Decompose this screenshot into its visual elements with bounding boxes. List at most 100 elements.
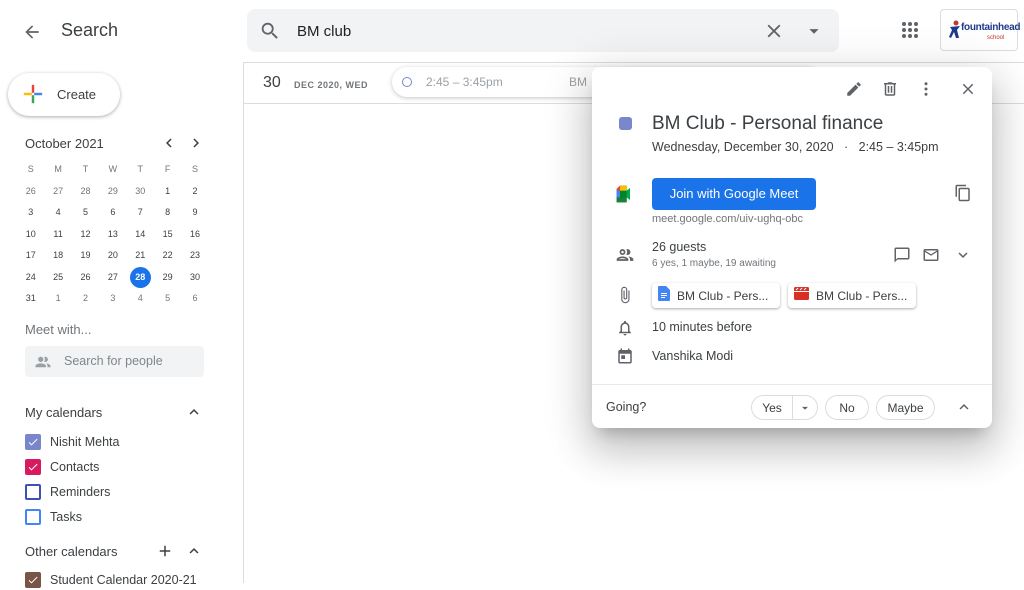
chevron-up-icon[interactable] [952, 395, 976, 419]
calendar-icon [613, 344, 637, 368]
mini-day[interactable]: 23 [181, 245, 208, 267]
rsvp-maybe-button[interactable]: Maybe [876, 395, 935, 420]
mini-day[interactable]: 11 [44, 224, 71, 246]
mini-day[interactable]: 29 [99, 181, 126, 203]
checkbox-checked-icon[interactable] [25, 459, 41, 475]
my-calendars-header[interactable]: My calendars [25, 405, 102, 420]
mini-day[interactable]: 30 [181, 267, 208, 289]
calendar-label: Nishit Mehta [50, 435, 120, 449]
mini-day[interactable]: 20 [99, 245, 126, 267]
chevron-up-icon[interactable] [185, 542, 203, 565]
mini-day[interactable]: 13 [99, 224, 126, 246]
checkbox-checked-icon[interactable] [25, 572, 41, 588]
calendar-color-swatch [619, 117, 632, 130]
attachment-chip-doc[interactable]: BM Club - Pers... [652, 283, 780, 308]
other-calendars-header[interactable]: Other calendars [25, 544, 118, 559]
weekday-label: T [137, 164, 144, 174]
chevron-down-icon[interactable] [951, 243, 975, 267]
attachment-name: BM Club - Pers... [677, 288, 769, 303]
mini-day[interactable]: 16 [181, 224, 208, 246]
close-icon[interactable] [763, 20, 785, 47]
chat-icon[interactable] [890, 243, 914, 267]
weekday-label: W [108, 164, 118, 174]
mini-day[interactable]: 12 [72, 224, 99, 246]
close-icon[interactable] [956, 77, 980, 101]
checkbox-checked-icon[interactable] [25, 434, 41, 450]
day-number[interactable]: 30 [263, 74, 281, 92]
event-date: Wednesday, December 30, 2020 [652, 140, 834, 154]
mini-day[interactable]: 1 [154, 181, 181, 203]
calendar-item-student-calendar[interactable]: Student Calendar 2020-21 [25, 570, 197, 590]
edit-pencil-icon[interactable] [842, 77, 866, 101]
mini-day[interactable]: 22 [154, 245, 181, 267]
mini-day[interactable]: 29 [154, 267, 181, 289]
mini-day[interactable]: 18 [44, 245, 71, 267]
caret-down-icon[interactable] [803, 20, 825, 47]
chevron-right-icon[interactable] [187, 134, 205, 157]
mini-day[interactable]: 27 [99, 267, 126, 289]
mini-day[interactable]: 6 [181, 288, 208, 310]
chevron-left-icon[interactable] [160, 134, 178, 157]
mini-day[interactable]: 17 [17, 245, 44, 267]
calendar-item-nishit-mehta[interactable]: Nishit Mehta [25, 432, 119, 452]
mini-day[interactable]: 15 [154, 224, 181, 246]
create-button[interactable]: Create [8, 73, 120, 116]
chevron-up-icon[interactable] [185, 403, 203, 426]
mini-day[interactable]: 25 [44, 267, 71, 289]
mini-calendar-title: October 2021 [25, 136, 104, 151]
mini-day[interactable]: 5 [154, 288, 181, 310]
mini-day[interactable]: 26 [72, 267, 99, 289]
checkbox-empty-icon[interactable] [25, 484, 41, 500]
people-search-input[interactable]: Search for people [25, 346, 204, 377]
day-date: DEC 2020, WED [294, 80, 369, 90]
apps-grid-icon[interactable] [898, 18, 922, 47]
more-vert-icon[interactable] [914, 77, 938, 101]
bell-icon [613, 316, 637, 340]
delete-trash-icon[interactable] [878, 77, 902, 101]
mini-day[interactable]: 10 [17, 224, 44, 246]
mini-day[interactable]: 2 [72, 288, 99, 310]
event-dot-icon [402, 77, 412, 87]
meet-link[interactable]: meet.google.com/uiv-ughq-obc [652, 213, 803, 225]
checkbox-empty-icon[interactable] [25, 509, 41, 525]
mini-day[interactable]: 27 [44, 181, 71, 203]
back-arrow-icon[interactable] [16, 16, 48, 48]
mini-day[interactable]: 5 [72, 202, 99, 224]
calendar-item-tasks[interactable]: Tasks [25, 507, 82, 527]
calendar-label: Student Calendar 2020-21 [50, 573, 197, 587]
search-icon[interactable] [259, 20, 281, 47]
mini-day[interactable]: 31 [17, 288, 44, 310]
mini-day[interactable]: 9 [181, 202, 208, 224]
mini-day[interactable]: 30 [127, 181, 154, 203]
mini-day[interactable]: 6 [99, 202, 126, 224]
rsvp-yes-button[interactable]: Yes [751, 395, 818, 420]
mini-day[interactable]: 21 [127, 245, 154, 267]
mini-day[interactable]: 19 [72, 245, 99, 267]
mini-day[interactable]: 4 [44, 202, 71, 224]
plus-icon[interactable] [156, 542, 174, 565]
mini-day[interactable]: 1 [44, 288, 71, 310]
mini-day[interactable]: 24 [17, 267, 44, 289]
caret-down-icon[interactable] [793, 401, 817, 415]
search-input[interactable] [297, 19, 737, 43]
mini-day-today[interactable]: 28 [127, 266, 154, 289]
mini-day[interactable]: 26 [17, 181, 44, 203]
mini-day[interactable]: 3 [99, 288, 126, 310]
mini-day[interactable]: 2 [181, 181, 208, 203]
mini-day[interactable]: 28 [72, 181, 99, 203]
mini-day[interactable]: 4 [127, 288, 154, 310]
rsvp-no-button[interactable]: No [825, 395, 869, 420]
calendar-item-contacts[interactable]: Contacts [25, 457, 99, 477]
copy-icon[interactable] [951, 181, 975, 205]
account-logo[interactable]: fountainhead school [940, 9, 1020, 51]
mini-day[interactable]: 7 [127, 202, 154, 224]
email-icon[interactable] [919, 243, 943, 267]
mini-day[interactable]: 14 [127, 224, 154, 246]
attachment-chip-video[interactable]: BM Club - Pers... [788, 283, 916, 308]
mini-day[interactable]: 3 [17, 202, 44, 224]
calendar-item-reminders[interactable]: Reminders [25, 482, 110, 502]
mini-day[interactable]: 8 [154, 202, 181, 224]
app-header: Search fountainhead school [0, 0, 1024, 62]
join-meet-button[interactable]: Join with Google Meet [652, 178, 816, 210]
guests-icon [613, 243, 637, 267]
